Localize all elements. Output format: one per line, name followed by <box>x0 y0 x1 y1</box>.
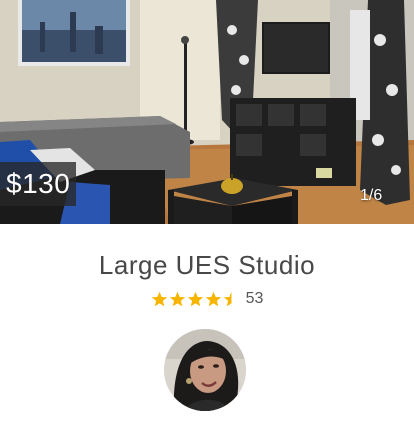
heart-icon[interactable] <box>354 0 390 30</box>
star-icon <box>205 291 221 306</box>
star-icon <box>169 291 185 306</box>
rating-row[interactable]: 53 <box>0 288 414 310</box>
star-icon <box>151 291 167 306</box>
price-badge: $130 <box>0 162 76 206</box>
host-photo-image <box>164 329 246 411</box>
star-icon <box>187 291 203 306</box>
star-rating <box>151 291 240 308</box>
review-count: 53 <box>245 290 264 307</box>
host-avatar[interactable] <box>164 329 246 411</box>
listing-photo[interactable]: $130 1/6 <box>0 0 414 224</box>
half-star-icon <box>223 291 232 306</box>
listing-title: Large UES Studio <box>98 250 316 280</box>
